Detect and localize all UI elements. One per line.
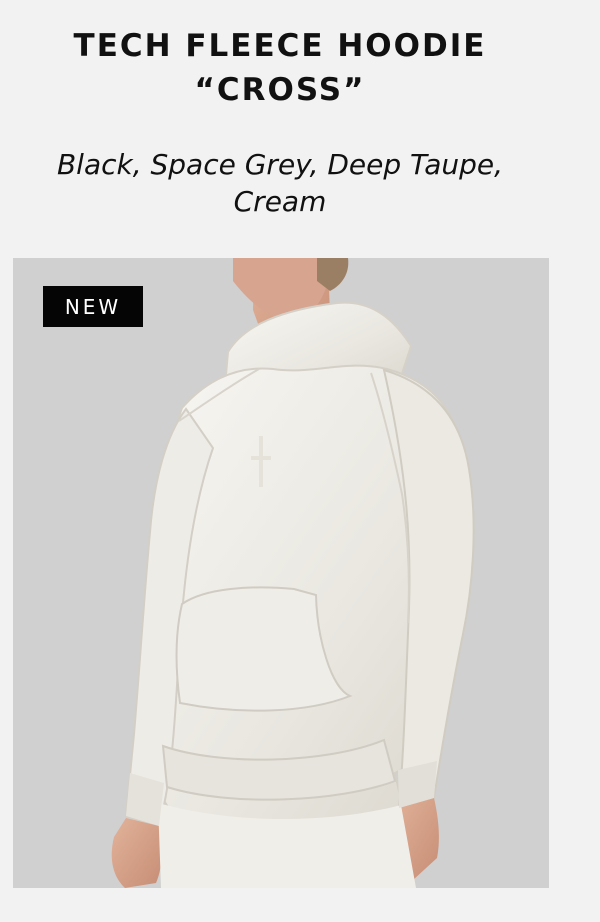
colors-line-1: Black, Space Grey, Deep Taupe, <box>56 148 504 181</box>
product-title: TECH FLEECE HOODIE “CROSS” <box>0 24 560 112</box>
colors-line-2: Cream <box>233 185 327 218</box>
page-bottom-space <box>0 888 600 922</box>
new-badge: NEW <box>43 286 143 327</box>
title-line-2: “CROSS” <box>194 72 366 108</box>
product-title-text: TECH FLEECE HOODIE “CROSS” <box>0 24 560 112</box>
product-card-page: TECH FLEECE HOODIE “CROSS” Black, Space … <box>0 0 600 922</box>
product-image-card[interactable]: NEW <box>13 258 549 888</box>
available-colors: Black, Space Grey, Deep Taupe, Cream <box>0 146 560 220</box>
title-line-1: TECH FLEECE HOODIE <box>73 28 487 64</box>
hoodie-product-image[interactable] <box>13 258 549 888</box>
